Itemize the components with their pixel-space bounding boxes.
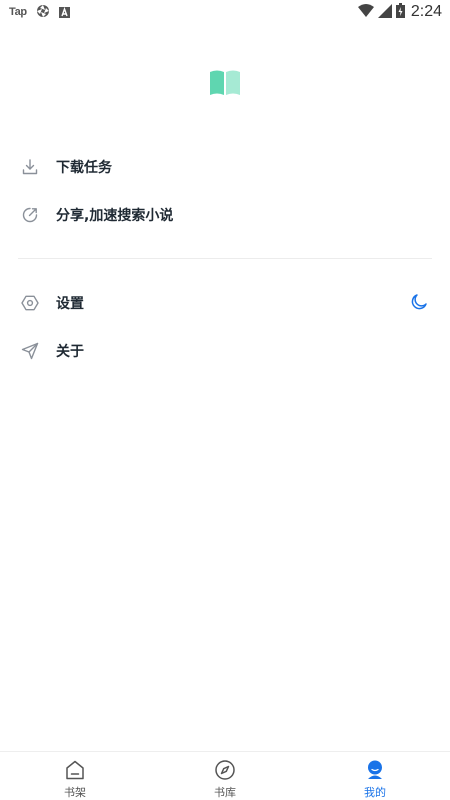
- home-icon: [63, 758, 87, 782]
- status-left: Tap: [9, 3, 79, 22]
- menu-item-download-tasks[interactable]: 下载任务: [0, 145, 450, 189]
- menu-label-settings: 设置: [56, 296, 84, 312]
- send-icon: [20, 341, 40, 361]
- menu-item-settings[interactable]: 设置: [0, 281, 450, 325]
- menu-label-about: 关于: [56, 344, 84, 360]
- bottom-nav: 书架 书库 我的: [0, 751, 450, 800]
- aperture-icon: [36, 3, 59, 22]
- tap-app-label: Tap: [9, 6, 27, 18]
- signal-icon: [374, 3, 392, 22]
- nav-item-mine[interactable]: 我的: [300, 752, 450, 800]
- menu-item-share[interactable]: 分享,加速搜索小说: [0, 193, 450, 237]
- book-logo-icon: [208, 68, 242, 98]
- menu-label-share: 分享,加速搜索小说: [56, 208, 174, 224]
- menu-divider: [18, 258, 432, 259]
- share-icon: [20, 205, 40, 225]
- user-icon: [363, 758, 387, 782]
- status-bar: Tap 2:24: [0, 0, 450, 24]
- status-right: 2:24: [354, 2, 442, 22]
- wifi-icon: [354, 3, 374, 22]
- night-mode-moon-icon[interactable]: [408, 291, 430, 313]
- settings-hexagon-icon: [20, 293, 40, 313]
- nav-label-bookshelf: 书架: [64, 786, 86, 799]
- compass-icon: [213, 758, 237, 782]
- download-icon: [20, 157, 40, 177]
- menu-label-download-tasks: 下载任务: [56, 160, 112, 176]
- a-box-icon: [58, 3, 79, 22]
- status-time: 2:24: [410, 3, 442, 20]
- nav-item-library[interactable]: 书库: [150, 752, 300, 800]
- nav-label-mine: 我的: [364, 786, 386, 799]
- nav-label-library: 书库: [214, 786, 236, 799]
- nav-item-bookshelf[interactable]: 书架: [0, 752, 150, 800]
- menu-item-about[interactable]: 关于: [0, 329, 450, 373]
- battery-icon: [392, 2, 405, 22]
